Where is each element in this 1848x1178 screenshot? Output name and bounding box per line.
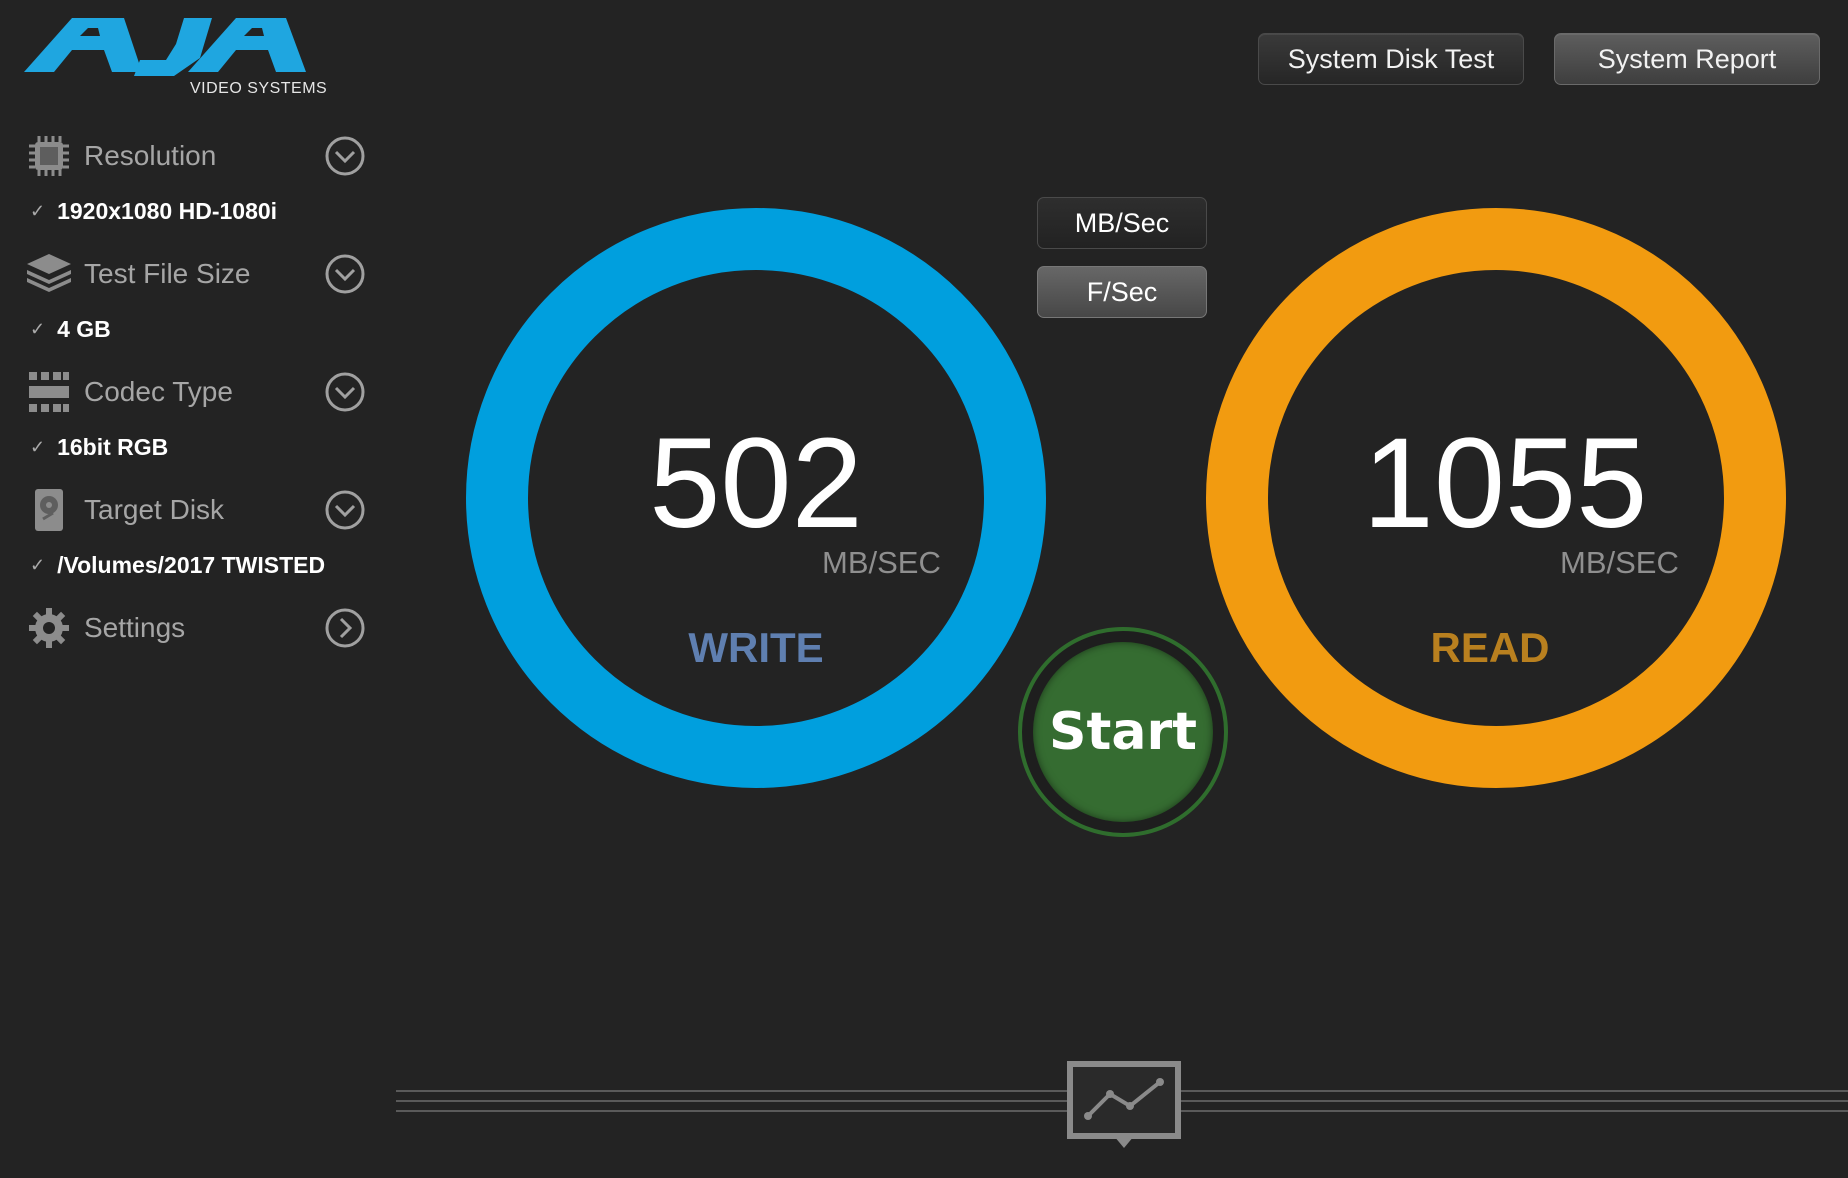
chip-icon — [24, 131, 74, 181]
check-icon: ✓ — [30, 437, 46, 457]
target-disk-value-text: /Volumes/2017 TWISTED — [57, 552, 326, 578]
write-label: WRITE — [688, 624, 824, 671]
divider-line — [396, 1110, 1068, 1112]
graph-icon[interactable] — [1066, 1060, 1186, 1152]
chevron-down-icon[interactable] — [324, 253, 366, 295]
check-icon: ✓ — [30, 319, 46, 339]
sidebar-item-label: Resolution — [84, 140, 217, 171]
read-label: READ — [1430, 624, 1550, 671]
codec-type-value: ✓ 16bit RGB — [30, 434, 168, 461]
sidebar-item-resolution[interactable]: Resolution — [24, 130, 366, 182]
read-unit: MB/SEC — [1560, 545, 1679, 580]
logo-subtitle: VIDEO SYSTEMS — [190, 80, 328, 97]
f-sec-button[interactable]: F/Sec — [1037, 266, 1207, 318]
check-icon: ✓ — [30, 555, 46, 575]
sidebar-item-codec-type[interactable]: Codec Type — [24, 366, 366, 418]
chevron-down-icon[interactable] — [324, 371, 366, 413]
check-icon: ✓ — [30, 201, 46, 221]
read-value: 1055 — [1362, 412, 1648, 555]
sidebar-item-target-disk[interactable]: Target Disk — [24, 484, 366, 536]
write-value: 502 — [649, 412, 863, 555]
stack-icon — [24, 249, 74, 299]
divider-line — [1180, 1100, 1848, 1102]
film-icon — [24, 367, 74, 417]
sidebar-item-label: Settings — [84, 612, 186, 643]
sidebar-item-label: Target Disk — [84, 494, 225, 525]
target-disk-value: ✓ /Volumes/2017 TWISTED — [30, 552, 325, 579]
divider-line — [1180, 1090, 1848, 1092]
system-report-button[interactable]: System Report — [1554, 33, 1820, 85]
chevron-down-icon[interactable] — [324, 135, 366, 177]
divider-line — [396, 1090, 1068, 1092]
test-file-size-value: ✓ 4 GB — [30, 316, 111, 343]
sidebar-item-test-file-size[interactable]: Test File Size — [24, 248, 366, 300]
chevron-down-icon[interactable] — [324, 489, 366, 531]
codec-type-value-text: 16bit RGB — [57, 434, 169, 460]
write-unit: MB/SEC — [822, 545, 941, 580]
system-disk-test-button[interactable]: System Disk Test — [1258, 33, 1524, 85]
chevron-right-icon[interactable] — [324, 607, 366, 649]
divider-line — [396, 1100, 1068, 1102]
gear-icon — [24, 603, 74, 653]
sidebar-item-label: Codec Type — [84, 376, 233, 407]
start-button-ring[interactable]: Start — [1018, 627, 1228, 837]
sidebar-item-settings[interactable]: Settings — [24, 602, 366, 654]
resolution-value: ✓ 1920x1080 HD-1080i — [30, 198, 277, 225]
divider-line — [1180, 1110, 1848, 1112]
hard-disk-icon — [24, 485, 74, 535]
start-button[interactable]: Start — [1033, 642, 1213, 822]
mb-sec-button[interactable]: MB/Sec — [1037, 197, 1207, 249]
test-file-size-value-text: 4 GB — [57, 316, 111, 342]
resolution-value-text: 1920x1080 HD-1080i — [57, 198, 278, 224]
sidebar-item-label: Test File Size — [84, 258, 251, 289]
